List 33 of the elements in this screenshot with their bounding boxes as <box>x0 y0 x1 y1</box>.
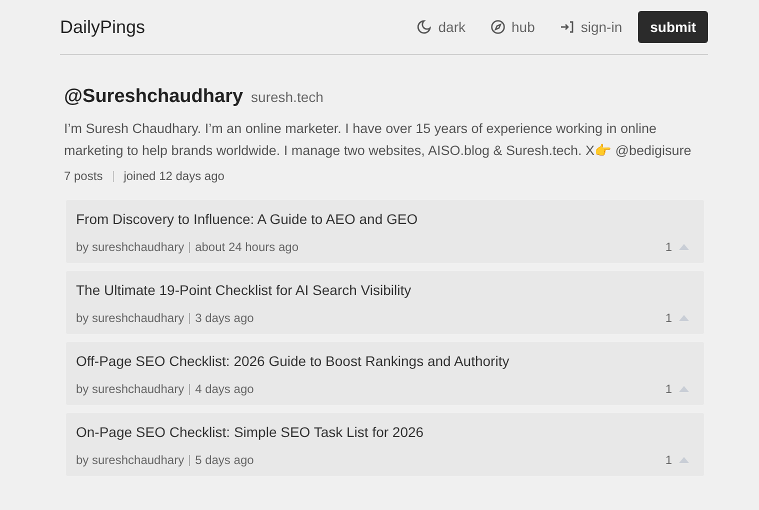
post-time: about 24 hours ago <box>195 240 298 254</box>
upvote-icon[interactable] <box>678 385 690 393</box>
upvote-icon[interactable] <box>678 314 690 322</box>
post-title[interactable]: The Ultimate 19-Point Checklist for AI Search Visibility <box>76 282 690 298</box>
post-title[interactable]: Off-Page SEO Checklist: 2026 Guide to Boost Rankings and Authority <box>76 353 690 369</box>
post-title[interactable]: From Discovery to Influence: A Guide to AEO and GEO <box>76 211 690 227</box>
vote-count: 1 <box>665 311 672 325</box>
nav-link[interactable]: sign-in <box>558 19 622 35</box>
profile-bio: I’m Suresh Chaudhary. I’m an online marketer. I have over 15 years of experience working in online marketing to help brands worldwide. I manage two websites, AISO.blog & Suresh.tech. X👉 @bedigisure <box>64 120 692 160</box>
upvote-icon[interactable] <box>678 456 690 464</box>
post-author[interactable]: by sureshchaudhary <box>76 311 184 325</box>
compass-icon <box>490 19 506 35</box>
post-author[interactable]: by sureshchaudhary <box>76 240 184 254</box>
submit-button[interactable]: submit <box>638 11 708 43</box>
profile-handle: @Sureshchaudhary <box>64 86 244 108</box>
post-title[interactable]: On-Page SEO Checklist: Simple SEO Task List for 2026 <box>76 424 690 440</box>
moon-icon <box>416 19 432 35</box>
vote-count: 1 <box>665 382 672 396</box>
vote-count: 1 <box>665 240 672 254</box>
post-author[interactable]: by sureshchaudhary <box>76 453 184 467</box>
post-count: 7 posts <box>64 169 103 183</box>
post-author[interactable]: by sureshchaudhary <box>76 382 184 396</box>
post-time: 5 days ago <box>195 453 254 467</box>
post-time: 3 days ago <box>195 311 254 325</box>
profile-website[interactable]: suresh.tech <box>251 89 324 105</box>
vote-count: 1 <box>665 453 672 467</box>
joined-date: joined 12 days ago <box>124 169 224 183</box>
post-time: 4 days ago <box>195 382 254 396</box>
site-logo[interactable]: DailyPings <box>60 16 146 38</box>
nav-link[interactable]: dark <box>416 19 466 35</box>
upvote-icon[interactable] <box>678 243 690 251</box>
sign-in-icon <box>558 19 575 35</box>
nav-link[interactable]: hub <box>490 19 535 35</box>
